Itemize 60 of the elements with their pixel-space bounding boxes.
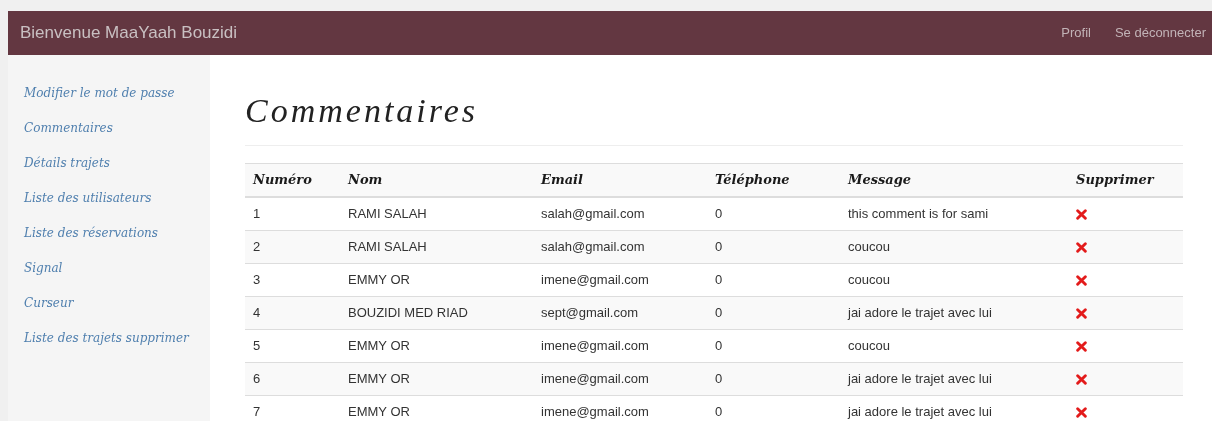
- column-header: Message: [848, 171, 913, 190]
- table-cell-text: 0: [715, 337, 724, 356]
- sidebar-link[interactable]: Liste des réservations: [24, 223, 210, 243]
- table-cell-text: RAMI SALAH: [348, 238, 428, 257]
- delete-icon[interactable]: [1076, 208, 1087, 220]
- page-title: Commentaires: [245, 91, 1183, 146]
- table-cell-text: jai adore le trajet avec lui: [848, 370, 993, 389]
- sidebar-link[interactable]: Modifier le mot de passe: [24, 83, 210, 103]
- table-cell-text: EMMY OR: [348, 403, 411, 421]
- table-cell-text: 0: [715, 304, 724, 323]
- sidebar-link[interactable]: Liste des utilisateurs: [24, 188, 210, 208]
- table-cell-text: 3: [253, 271, 262, 290]
- table-cell-text: coucou: [848, 271, 891, 290]
- table-cell-text: RAMI SALAH: [348, 205, 428, 224]
- nav-link[interactable]: Se déconnecter: [1114, 23, 1206, 43]
- table-cell-text: 7: [253, 403, 262, 421]
- brand-title[interactable]: Bienvenue MaaYaah Bouzidi: [20, 20, 238, 46]
- sidebar-link[interactable]: Curseur: [24, 293, 210, 313]
- table-cell-text: this comment is for sami: [848, 205, 990, 224]
- delete-icon[interactable]: [1076, 340, 1087, 352]
- column-header: Nom: [348, 171, 384, 190]
- delete-icon[interactable]: [1076, 307, 1087, 319]
- table-cell-text: salah@gmail.com: [541, 205, 646, 224]
- column-header: Téléphone: [715, 171, 791, 190]
- table-cell-text: imene@gmail.com: [541, 337, 650, 356]
- table-cell-text: sept@gmail.com: [541, 304, 639, 323]
- table-cell-text: 0: [715, 205, 724, 224]
- sidebar-link[interactable]: Commentaires: [24, 118, 210, 138]
- delete-icon[interactable]: [1076, 274, 1087, 286]
- sidebar-link[interactable]: Détails trajets: [24, 153, 210, 173]
- table-cell-text: 6: [253, 370, 262, 389]
- sidebar-link[interactable]: Signal: [24, 258, 210, 278]
- table-cell-text: BOUZIDI MED RIAD: [348, 304, 469, 323]
- table-cell-text: 2: [253, 238, 262, 257]
- table-cell-text: jai adore le trajet avec lui: [848, 304, 993, 323]
- nav-link[interactable]: Profil: [1061, 23, 1091, 43]
- table-cell-text: salah@gmail.com: [541, 238, 646, 257]
- table-cell-text: coucou: [848, 337, 891, 356]
- table-cell-text: 0: [715, 370, 724, 389]
- table-cell-text: EMMY OR: [348, 271, 411, 290]
- table-cell-text: 4: [253, 304, 262, 323]
- delete-icon[interactable]: [1076, 241, 1087, 253]
- column-header: Supprimer: [1076, 171, 1156, 190]
- table-cell-text: imene@gmail.com: [541, 403, 650, 421]
- table-cell-text: 0: [715, 403, 724, 421]
- sidebar-link[interactable]: Liste des trajets supprimer: [24, 328, 210, 348]
- table-cell-text: EMMY OR: [348, 337, 411, 356]
- table-cell-text: 0: [715, 271, 724, 290]
- table-cell-text: jai adore le trajet avec lui: [848, 403, 993, 421]
- table-cell-text: EMMY OR: [348, 370, 411, 389]
- table-cell-text: imene@gmail.com: [541, 271, 650, 290]
- column-header: Numéro: [253, 171, 313, 190]
- table-cell-text: imene@gmail.com: [541, 370, 650, 389]
- table-cell-text: coucou: [848, 238, 891, 257]
- table-cell-text: 0: [715, 238, 724, 257]
- delete-icon[interactable]: [1076, 373, 1087, 385]
- table-cell-text: 1: [253, 205, 262, 224]
- table-cell-text: 5: [253, 337, 262, 356]
- column-header: Email: [541, 171, 584, 190]
- delete-icon[interactable]: [1076, 406, 1087, 418]
